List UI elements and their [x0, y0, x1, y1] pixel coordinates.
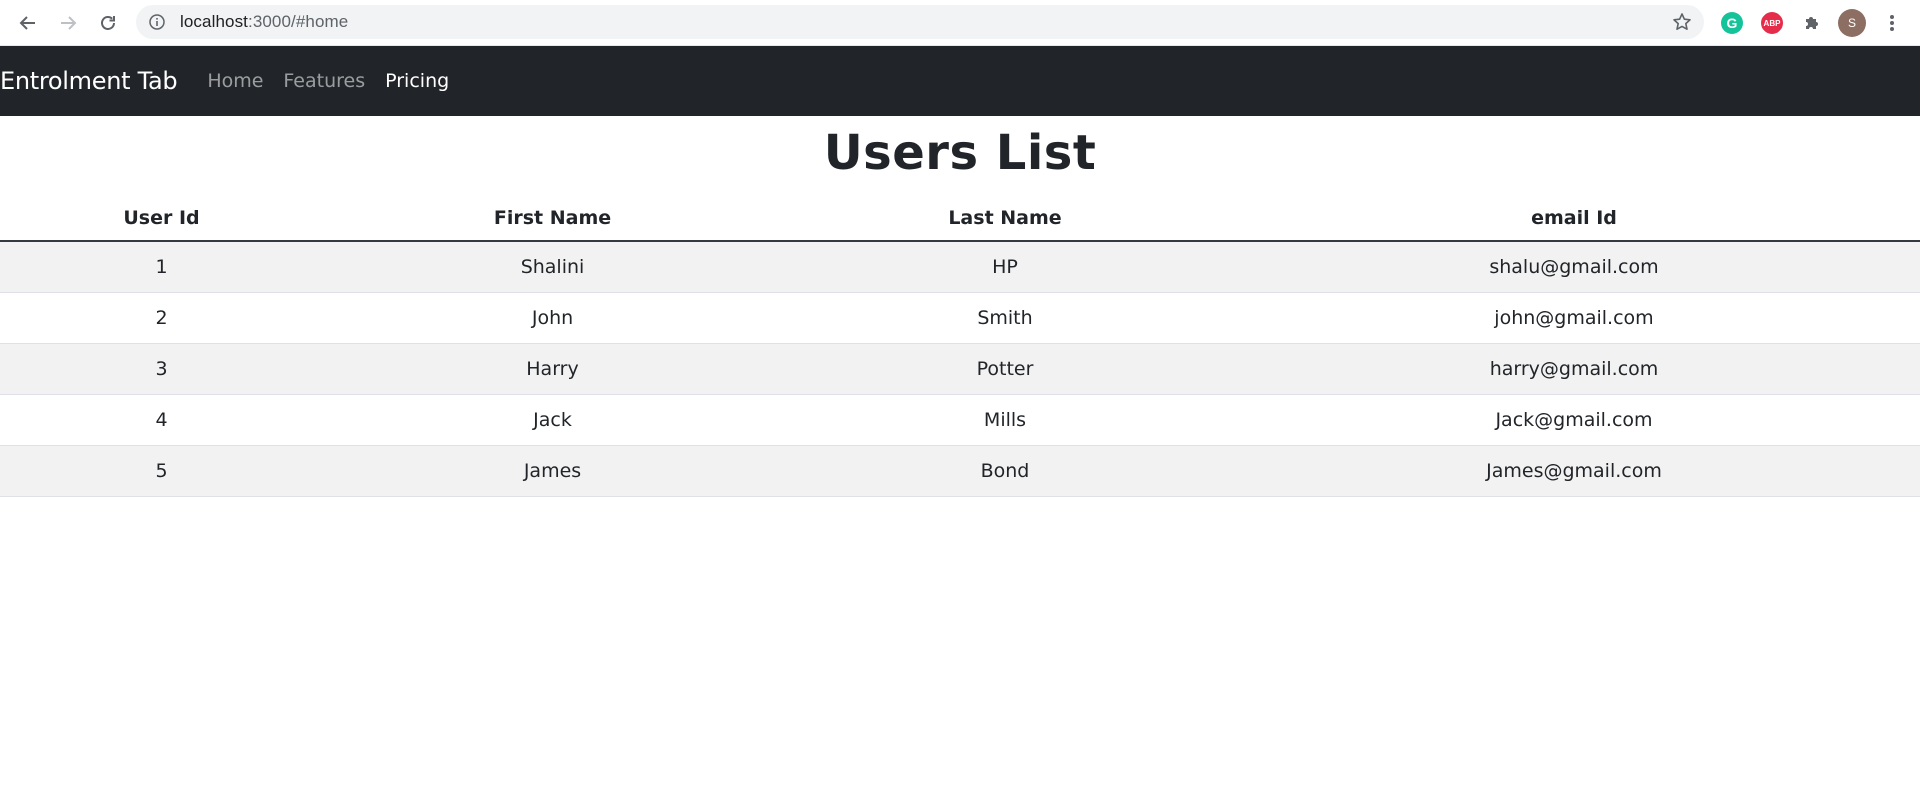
- table-row: 1 Shalini HP shalu@gmail.com: [0, 241, 1920, 293]
- cell-first-name: Harry: [323, 343, 782, 395]
- nav-link-pricing[interactable]: Pricing: [385, 70, 449, 92]
- reload-icon: [101, 15, 115, 30]
- table-row: 5 James Bond James@gmail.com: [0, 445, 1920, 497]
- column-header-last-name: Last Name: [782, 196, 1228, 242]
- column-header-email-id: email Id: [1228, 196, 1920, 242]
- arrow-left-icon: [19, 15, 35, 30]
- adblock-extension-icon[interactable]: ABP: [1760, 11, 1784, 35]
- arrow-right-icon: [61, 15, 77, 30]
- abp-label: ABP: [1761, 12, 1783, 34]
- cell-email: Jack@gmail.com: [1228, 394, 1920, 446]
- table-header-row: User Id First Name Last Name email Id: [0, 196, 1920, 242]
- profile-avatar[interactable]: S: [1838, 9, 1866, 37]
- kebab-menu-icon[interactable]: [1880, 11, 1904, 35]
- cell-last-name: Smith: [782, 292, 1228, 344]
- cell-first-name: Shalini: [323, 241, 782, 293]
- cell-first-name: Jack: [323, 394, 782, 446]
- cell-last-name: Mills: [782, 394, 1228, 446]
- cell-user-id: 3: [0, 343, 323, 395]
- url-text[interactable]: localhost:3000/#home: [180, 12, 348, 32]
- top-navbar: Entrolment Tab Home Features Pricing: [0, 46, 1920, 116]
- address-bar[interactable]: localhost:3000/#home: [136, 5, 1704, 39]
- cell-user-id: 4: [0, 394, 323, 446]
- cell-email: James@gmail.com: [1228, 445, 1920, 497]
- avatar-letter: S: [1838, 9, 1866, 37]
- cell-last-name: Potter: [782, 343, 1228, 395]
- brand-logo-text[interactable]: Entrolment Tab: [0, 67, 178, 95]
- page-title: Users List: [823, 125, 1097, 181]
- nav-link-features[interactable]: Features: [283, 70, 365, 92]
- back-button[interactable]: [8, 0, 48, 46]
- table-row: 4 Jack Mills Jack@gmail.com: [0, 394, 1920, 446]
- forward-button[interactable]: [48, 0, 88, 46]
- grammarly-letter: G: [1721, 12, 1743, 34]
- browser-toolbar: localhost:3000/#home G ABP S: [0, 0, 1920, 46]
- nav-link-home[interactable]: Home: [207, 70, 263, 92]
- url-host: localhost: [180, 12, 248, 31]
- cell-first-name: James: [323, 445, 782, 497]
- main-content: Users List User Id First Name Last Name …: [0, 116, 1920, 497]
- cell-user-id: 2: [0, 292, 323, 344]
- column-header-user-id: User Id: [0, 196, 323, 242]
- cell-email: harry@gmail.com: [1228, 343, 1920, 395]
- cell-last-name: HP: [782, 241, 1228, 293]
- users-table: User Id First Name Last Name email Id 1 …: [0, 196, 1920, 497]
- column-header-first-name: First Name: [323, 196, 782, 242]
- extensions-puzzle-icon[interactable]: [1800, 11, 1824, 35]
- cell-user-id: 1: [0, 241, 323, 293]
- cell-user-id: 5: [0, 445, 323, 497]
- cell-last-name: Bond: [782, 445, 1228, 497]
- table-row: 2 John Smith john@gmail.com: [0, 292, 1920, 344]
- cell-email: john@gmail.com: [1228, 292, 1920, 344]
- cell-first-name: John: [323, 292, 782, 344]
- cell-email: shalu@gmail.com: [1228, 241, 1920, 293]
- info-icon[interactable]: [148, 13, 166, 31]
- bookmark-star-icon[interactable]: [1672, 12, 1692, 32]
- url-path: :3000/#home: [248, 12, 349, 31]
- reload-button[interactable]: [88, 0, 128, 46]
- table-row: 3 Harry Potter harry@gmail.com: [0, 343, 1920, 395]
- grammarly-extension-icon[interactable]: G: [1720, 11, 1744, 35]
